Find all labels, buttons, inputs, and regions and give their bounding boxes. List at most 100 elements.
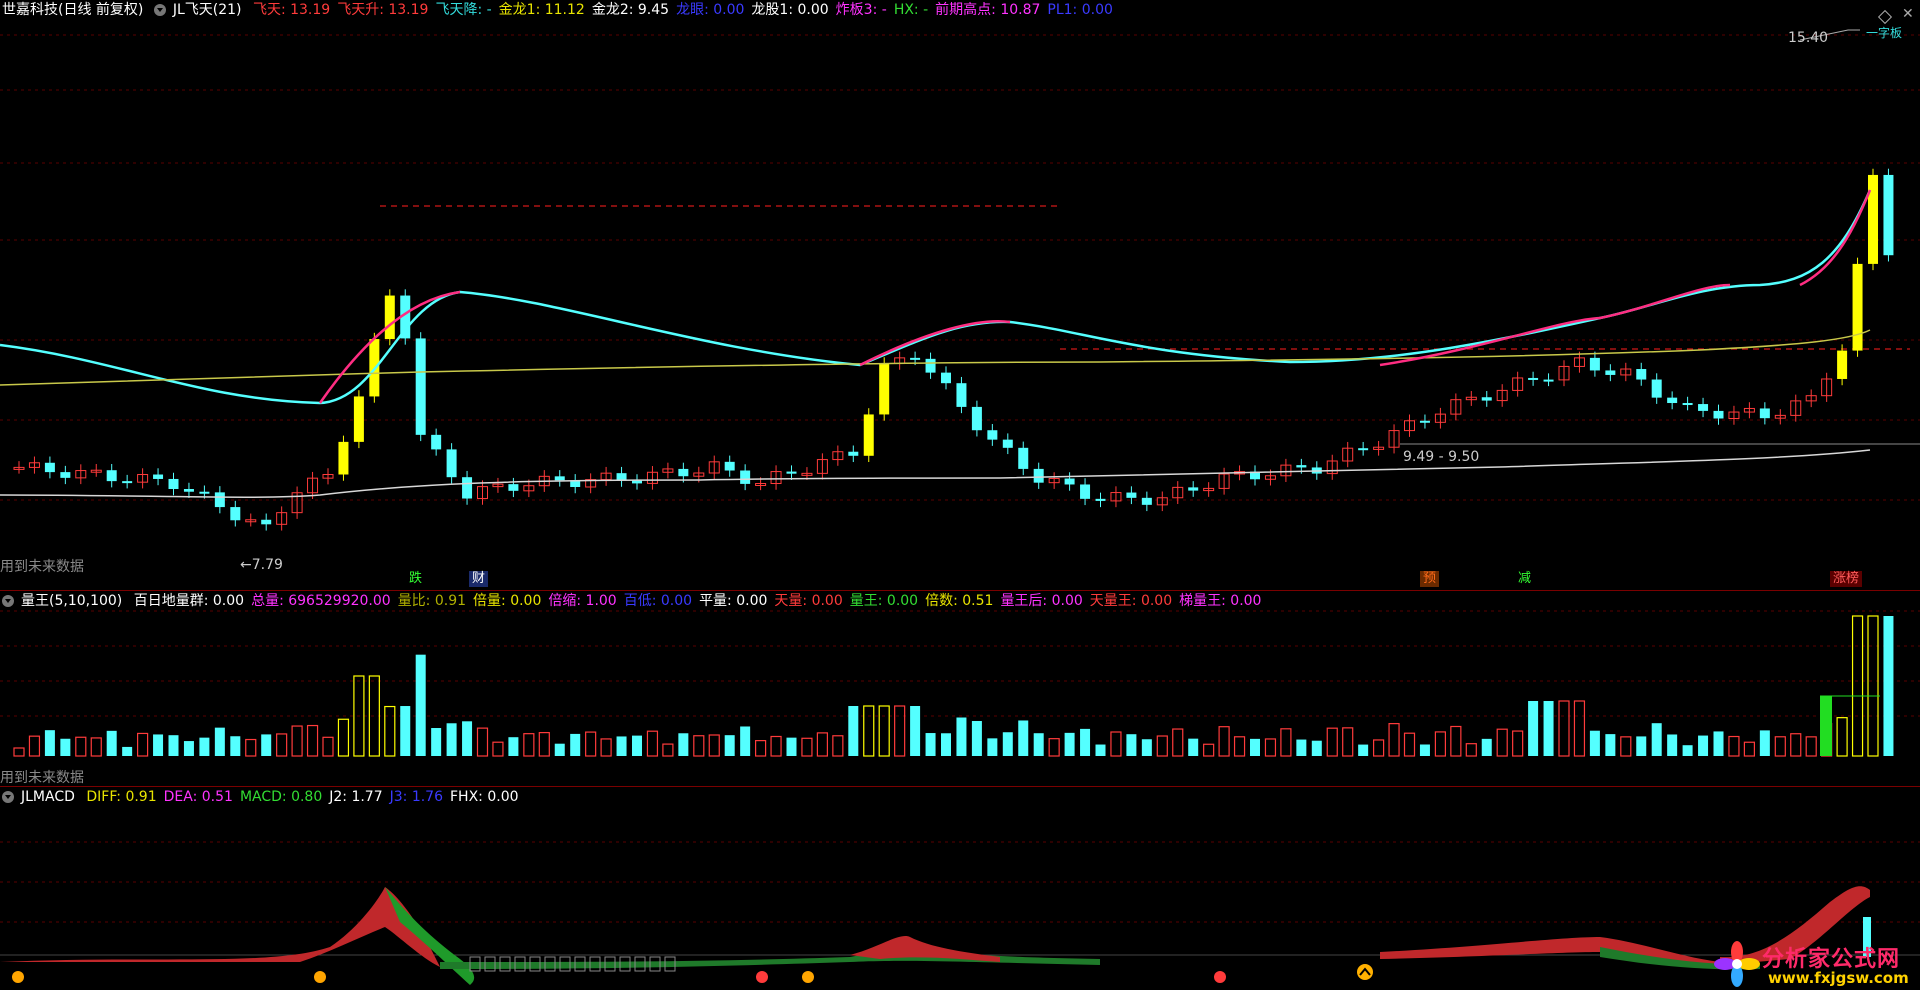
volume-bar xyxy=(1496,728,1508,757)
candle-body xyxy=(1296,465,1307,468)
volume-bar xyxy=(971,721,982,756)
signal-tag-yu: 预 xyxy=(1420,571,1440,587)
main-field-9: 前期高点: 10.87 xyxy=(935,2,1041,18)
volume-bar xyxy=(1002,732,1013,756)
volume-bar xyxy=(910,706,921,756)
volume-bar xyxy=(1218,726,1230,757)
volume-bar xyxy=(1512,730,1524,757)
ma-highlight-2 xyxy=(859,320,1011,367)
volume-bar xyxy=(646,730,659,757)
volume-bar xyxy=(570,733,581,756)
candle-body xyxy=(987,430,998,440)
volume-bar xyxy=(740,726,751,756)
volume-bar xyxy=(44,730,55,756)
main-field-8: HX: - xyxy=(893,2,929,18)
volume-bar xyxy=(168,735,179,756)
volume-bar xyxy=(1605,734,1616,756)
candle-body xyxy=(1543,379,1554,382)
volume-bar xyxy=(662,743,674,757)
volume-bar xyxy=(1620,736,1632,757)
volume-bar xyxy=(183,741,194,756)
main-indicator-name: JL飞天(21) xyxy=(172,2,242,18)
candle-body xyxy=(1651,379,1662,398)
candle-body xyxy=(44,462,55,473)
macd-chart[interactable] xyxy=(0,787,1920,990)
candle-body xyxy=(122,481,133,484)
candle-body xyxy=(1528,377,1539,380)
candle-body xyxy=(910,357,921,360)
volume-bar xyxy=(1481,738,1492,756)
volume-future-note: 用到未来数据 xyxy=(0,770,84,786)
volume-bar xyxy=(122,746,133,756)
main-indicator-fields: 飞天: 13.19 飞天升: 13.19 飞天降: - 金龙1: 11.12 金龙2: … xyxy=(253,2,1120,18)
macd-header: JLMACD DIFF: 0.91 DEA: 0.51 MACD: 0.80 J2: … xyxy=(0,787,533,807)
candle-body xyxy=(1064,478,1075,485)
candlestick-chart[interactable] xyxy=(0,0,1920,595)
volume-bar xyxy=(894,705,906,757)
volume-menu-icon[interactable] xyxy=(2,595,14,607)
watermark: 分析家公式网 www.fxjgsw.com xyxy=(1714,935,1920,990)
signal-tag-cai: 财 xyxy=(469,571,489,587)
signal-tag-jian: 减 xyxy=(1518,571,1532,586)
volume-bar xyxy=(600,738,612,757)
volume-bar xyxy=(878,705,890,757)
candle-body xyxy=(740,470,751,484)
volume-panel[interactable]: 量王(5,10,100) 百日地量群: 0.00 总量: 696529920.00… xyxy=(0,591,1920,791)
volume-bar xyxy=(1713,731,1724,756)
main-chart-panel[interactable]: 世嘉科技(日线 前复权) JL飞天(21) 飞天: 13.19 飞天升: 13.1… xyxy=(0,0,1920,595)
volume-bar xyxy=(28,735,41,757)
main-field-2: 飞天降: - xyxy=(435,2,492,18)
volume-bar xyxy=(987,738,998,756)
price-low-value: 7.79 xyxy=(251,557,283,573)
volume-bar xyxy=(1110,731,1122,757)
volume-bar xyxy=(1589,730,1600,756)
volume-bar xyxy=(337,718,350,757)
volume-bar xyxy=(1372,739,1385,757)
candle-body xyxy=(1636,369,1647,380)
volume-bar xyxy=(956,717,967,756)
volume-bar xyxy=(863,705,875,757)
future-data-note: 用到未来数据 xyxy=(0,559,84,575)
volume-field-3: 倍量: 0.00 xyxy=(473,593,542,609)
volume-bar xyxy=(632,735,642,756)
macd-panel[interactable]: JLMACD DIFF: 0.91 DEA: 0.51 MACD: 0.80 J2: … xyxy=(0,787,1920,990)
macd-field-4: J3: 1.76 xyxy=(389,789,443,805)
price-high-label: 15.40 xyxy=(1788,30,1829,46)
candle-body xyxy=(230,507,241,521)
volume-bar xyxy=(214,727,225,756)
volume-bar xyxy=(1774,736,1786,757)
volume-bar xyxy=(291,725,303,757)
candle-body xyxy=(214,492,225,508)
volume-bar xyxy=(816,732,829,757)
volume-bar xyxy=(384,705,396,757)
macd-field-0: DIFF: 0.91 xyxy=(86,789,157,805)
volume-bar xyxy=(1636,736,1647,756)
stock-title: 世嘉科技(日线 前复权) xyxy=(2,2,144,18)
volume-field-7: 天量: 0.00 xyxy=(774,593,843,609)
volume-bar xyxy=(106,730,117,756)
main-field-3: 金龙1: 11.12 xyxy=(498,2,585,18)
close-icon[interactable]: ✕ xyxy=(1902,6,1914,22)
volume-chart[interactable] xyxy=(0,591,1920,791)
volume-highlight-bar xyxy=(1820,696,1832,756)
main-field-1: 飞天升: 13.19 xyxy=(337,2,429,18)
volume-bar xyxy=(1851,615,1864,757)
macd-field-2: MACD: 0.80 xyxy=(239,789,323,805)
candle-body xyxy=(1188,487,1199,491)
candle-body xyxy=(1018,447,1029,469)
candle-body xyxy=(153,474,164,479)
macd-menu-icon[interactable] xyxy=(2,791,14,803)
main-field-4: 金龙2: 9.45 xyxy=(591,2,670,18)
volume-bar xyxy=(616,736,627,756)
macd-signal-marker xyxy=(802,971,814,983)
indicator-menu-icon[interactable] xyxy=(153,4,166,16)
macd-indicator-name: JLMACD xyxy=(21,789,75,805)
candle-body xyxy=(941,372,951,384)
signal-tag-die: 跌 xyxy=(409,571,423,586)
volume-bar xyxy=(1095,744,1106,756)
volume-bar xyxy=(1358,744,1369,756)
volume-bar xyxy=(153,734,164,756)
candle-body xyxy=(879,363,890,415)
volume-field-1: 总量: 696529920.00 xyxy=(251,593,391,609)
volume-bar xyxy=(90,737,102,757)
